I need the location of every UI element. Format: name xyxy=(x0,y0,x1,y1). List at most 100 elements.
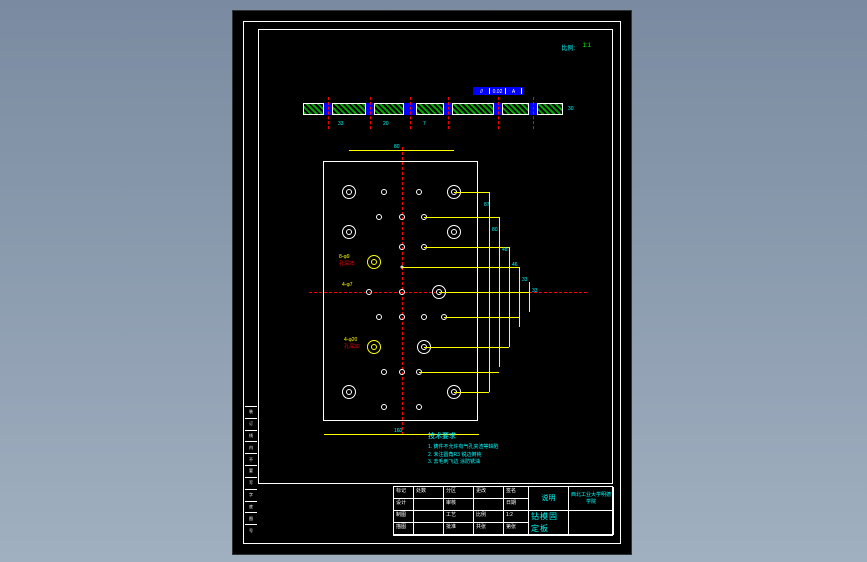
tb-cell: 签名 xyxy=(504,487,529,499)
mark: 写 xyxy=(245,477,257,489)
tb-cell: 处数 xyxy=(414,487,444,499)
tb-blank xyxy=(569,511,614,535)
hole-large xyxy=(342,185,356,199)
dim-text: 46 xyxy=(512,262,518,268)
tb-cell: 批准 xyxy=(444,523,474,535)
tolerance-datum: A xyxy=(506,88,522,94)
tb-cell: 共张 xyxy=(474,523,504,535)
dim: 7 xyxy=(423,121,426,127)
hole-small xyxy=(399,289,405,295)
leader-text: 4-φ7 xyxy=(342,282,352,288)
tb-cell: 标记 xyxy=(394,487,414,499)
dim-text: 87 xyxy=(484,202,490,208)
dim-width: 160 xyxy=(394,428,402,434)
hole-small xyxy=(399,244,405,250)
mark: 底 xyxy=(245,501,257,513)
tb-cell: 制图 xyxy=(394,511,414,523)
section-view: // 0.02 A 33 20 7 30 xyxy=(303,93,563,133)
hole-small xyxy=(381,404,387,410)
leader-sub: 孔深25 xyxy=(339,260,355,267)
dim-text: 33 xyxy=(532,288,538,294)
plan-view: 8-φ9 孔深25 4-φ7 4-φ20 孔深30 33 33 46 48 80… xyxy=(323,161,478,421)
tech-notes: 技术要求 1. 铸件不允许有气孔夹渣等缺陷 2. 未注圆角R3 锐边倒钝 3. … xyxy=(428,431,588,467)
mark: 不 xyxy=(245,453,257,465)
leader: 8-φ9 孔深25 xyxy=(339,254,349,260)
mark: 号 xyxy=(245,524,257,536)
tb-cell: 更改 xyxy=(474,487,504,499)
centerline xyxy=(370,97,371,129)
leader: 4-φ20 孔深30 xyxy=(344,337,357,343)
hole-large xyxy=(342,225,356,239)
centerline xyxy=(533,97,534,129)
dimline xyxy=(529,282,530,312)
leader: 4-φ7 xyxy=(342,282,352,288)
tb-institution: 西北工业大学明德学院 xyxy=(569,487,614,511)
section-body xyxy=(303,103,563,115)
tb-cell xyxy=(414,511,444,523)
tb-cell xyxy=(414,499,444,511)
dim-text: 48 xyxy=(502,247,508,253)
tb-partname: 钻模固定板 xyxy=(529,511,569,535)
dimline xyxy=(402,267,519,268)
dimline xyxy=(444,317,519,318)
hole-small xyxy=(376,214,382,220)
dim-text: 80 xyxy=(492,227,498,233)
mark: 线 xyxy=(245,430,257,442)
hole-large xyxy=(342,385,356,399)
hole-small xyxy=(416,404,422,410)
title-block: 标记 处数 分区 更改 签名 说明 西北工业大学明德学院 设计 审核 日期 制图… xyxy=(393,486,613,536)
tb-cell: 审核 xyxy=(444,499,474,511)
hole-large-y xyxy=(367,340,381,354)
tb-cell: 分区 xyxy=(444,487,474,499)
notes-line: 3. 去毛刺飞边 涂防锈油 xyxy=(428,459,588,467)
mark: 要 xyxy=(245,465,257,477)
hole-small xyxy=(381,369,387,375)
hole-small xyxy=(381,189,387,195)
hole-small xyxy=(399,314,405,320)
hole-small xyxy=(376,314,382,320)
dimline xyxy=(509,247,510,347)
dim-thickness: 30 xyxy=(568,106,574,112)
hole-small xyxy=(366,289,372,295)
centerline xyxy=(328,97,329,129)
leader-sub: 孔深30 xyxy=(344,343,360,350)
centerline xyxy=(498,97,499,129)
centerline xyxy=(410,97,411,129)
mark: 字 xyxy=(245,489,257,501)
notes-title: 技术要求 xyxy=(428,431,588,441)
ratio-label: 比例: xyxy=(561,43,575,52)
dim: 20 xyxy=(383,121,389,127)
tb-cell: 1:2 xyxy=(504,511,529,523)
ratio-value: 1:1 xyxy=(583,43,591,49)
tb-cell xyxy=(414,523,444,535)
tolerance-symbol: // xyxy=(474,88,490,94)
dim-text: 80 xyxy=(394,144,400,150)
mark: 内 xyxy=(245,441,257,453)
dimline xyxy=(424,347,509,348)
hole-small xyxy=(399,214,405,220)
dim: 33 xyxy=(338,121,344,127)
dimline xyxy=(424,247,509,248)
hole-small xyxy=(399,369,405,375)
dimline xyxy=(439,292,529,293)
tb-cell xyxy=(474,499,504,511)
tolerance-value: 0.02 xyxy=(490,88,506,94)
centerline xyxy=(448,97,449,129)
hole-large xyxy=(447,225,461,239)
tb-cell: 比例 xyxy=(474,511,504,523)
hole-large-y xyxy=(367,255,381,269)
mark: 订 xyxy=(245,418,257,430)
dimline xyxy=(454,192,489,193)
tb-label: 说明 xyxy=(529,487,569,511)
notes-line: 2. 未注圆角R3 锐边倒钝 xyxy=(428,452,588,460)
tolerance-frame: // 0.02 A xyxy=(473,87,523,95)
dimline xyxy=(419,372,499,373)
tb-cell: 日期 xyxy=(504,499,529,511)
dimline xyxy=(349,150,454,151)
tb-cell: 设计 xyxy=(394,499,414,511)
dimline xyxy=(424,217,499,218)
dimline xyxy=(454,392,489,393)
binding-marks: 装 订 线 内 不 要 写 字 底 图 号 xyxy=(245,406,257,536)
notes-line: 1. 铸件不允许有气孔夹渣等缺陷 xyxy=(428,444,588,452)
mark: 图 xyxy=(245,512,257,524)
